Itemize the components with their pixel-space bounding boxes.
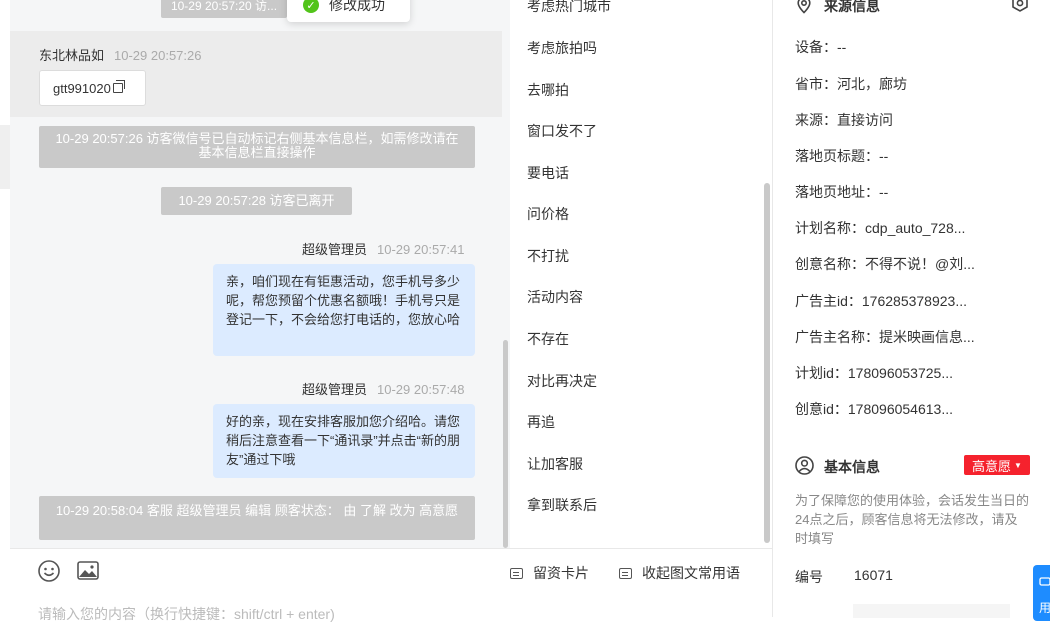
quick-reply-item[interactable]: 问价格 xyxy=(527,204,569,224)
floating-action-button[interactable]: 用 xyxy=(1033,565,1050,621)
wechat-card[interactable]: gtt991020 xyxy=(39,70,146,106)
quick-reply-item[interactable]: 窗口发不了 xyxy=(527,121,597,141)
chat-icon xyxy=(1039,577,1050,586)
agent-name: 超级管理员 xyxy=(302,242,368,257)
quick-reply-item[interactable]: 让加客服 xyxy=(527,454,583,474)
agent-time: 10-29 20:57:41 xyxy=(377,242,465,257)
lead-card-label: 留资卡片 xyxy=(533,565,589,581)
advertiser-id: 广告主id：176285378923... xyxy=(795,293,967,309)
settings-icon[interactable] xyxy=(1010,0,1030,12)
toast-text: 修改成功 xyxy=(329,0,385,13)
quick-reply-item[interactable]: 不存在 xyxy=(527,329,569,349)
image-icon[interactable] xyxy=(76,559,100,583)
quick-reply-item[interactable]: 不打扰 xyxy=(527,246,569,266)
input-area: 留资卡片 收起图文常用语 请输入您的内容（换行快捷键：shift/ctrl + … xyxy=(10,548,772,622)
quick-reply-item[interactable]: 拿到联系后 xyxy=(527,495,597,515)
quick-reply-item[interactable]: 去哪拍 xyxy=(527,80,569,100)
caret-down-icon: ▼ xyxy=(1014,460,1022,470)
advertiser-name: 广告主名称：提米映画信息... xyxy=(795,329,975,345)
system-message-wechat: 10-29 20:57:26 访客微信号已自动标记右侧基本信息栏，如需修改请在基… xyxy=(39,126,475,168)
plan-name: 计划名称：cdp_auto_728... xyxy=(795,220,966,236)
customer-id-label: 编号 xyxy=(795,569,823,585)
intent-badge-label: 高意愿 xyxy=(972,458,1012,474)
left-gutter-marker xyxy=(0,125,10,189)
landing-page-url: 落地页地址：-- xyxy=(795,184,889,200)
phrases-icon xyxy=(619,567,632,579)
quick-reply-item[interactable]: 对比再决定 xyxy=(527,371,597,391)
source-region: 省市：河北，廊坊 xyxy=(795,76,907,92)
agent-sender-2: 超级管理员 10-29 20:57:48 xyxy=(302,379,464,398)
source-channel: 来源：直接访问 xyxy=(795,112,893,128)
agent-message-1: 亲，咱们现在有钜惠活动，您手机号多少呢，帮您预留个优惠名额哦！手机号只是登记一下… xyxy=(213,264,475,356)
plan-id: 计划id：178096053725... xyxy=(795,365,953,381)
quick-replies-panel: 考虑热门城市 考虑旅拍吗 去哪拍 窗口发不了 要电话 问价格 不打扰 活动内容 … xyxy=(510,0,772,548)
collapse-phrases-label: 收起图文常用语 xyxy=(642,565,740,581)
success-toast: ✓ 修改成功 xyxy=(287,0,410,22)
quick-reply-item[interactable]: 考虑旅拍吗 xyxy=(527,38,597,58)
chat-scrollbar[interactable] xyxy=(503,340,508,548)
customer-id-value: 16071 xyxy=(854,567,893,583)
floating-button-label: 用 xyxy=(1039,601,1050,615)
visitor-name: 东北林品如 xyxy=(39,48,105,63)
agent-name: 超级管理员 xyxy=(302,382,368,397)
visitor-sender: 东北林品如 10-29 20:57:26 xyxy=(39,45,201,64)
basic-info-note: 为了保障您的使用体验，会话发生当日的24点之后，顾客信息将无法修改，请及时填写 xyxy=(795,493,1030,546)
source-info-title: 来源信息 xyxy=(824,0,880,14)
copy-icon[interactable] xyxy=(112,80,125,93)
creative-id: 创意id：178096054613... xyxy=(795,401,953,417)
agent-sender-1: 超级管理员 10-29 20:57:41 xyxy=(302,239,464,258)
source-device: 设备：-- xyxy=(795,39,847,55)
landing-page-title: 落地页标题：-- xyxy=(795,148,889,164)
quick-replies-scrollbar[interactable] xyxy=(764,183,770,543)
visitor-time: 10-29 20:57:26 xyxy=(114,48,202,63)
card-icon xyxy=(510,567,523,579)
quick-reply-item[interactable]: 活动内容 xyxy=(527,287,583,307)
creative-name: 创意名称：不得不说！@刘... xyxy=(795,256,975,272)
intent-badge[interactable]: 高意愿 ▼ xyxy=(964,455,1030,475)
wechat-id: gtt991020 xyxy=(53,80,111,96)
agent-time: 10-29 20:57:48 xyxy=(377,382,465,397)
collapse-phrases-button[interactable]: 收起图文常用语 xyxy=(619,563,740,583)
lead-card-button[interactable]: 留资卡片 xyxy=(510,563,589,583)
system-message-status: 10-29 20:58:04 客服 超级管理员 编辑 顾客状态： 由 了解 改为… xyxy=(39,496,475,540)
check-circle-icon: ✓ xyxy=(303,0,319,13)
system-message-partial: 10-29 20:57:20 访... xyxy=(161,0,287,18)
quick-reply-item[interactable]: 要电话 xyxy=(527,163,569,183)
left-gutter xyxy=(0,0,10,617)
location-icon xyxy=(797,0,811,14)
message-input[interactable]: 请输入您的内容（换行快捷键：shift/ctrl + enter) xyxy=(38,604,335,624)
quick-reply-item[interactable]: 再追 xyxy=(527,412,555,432)
user-circle-icon xyxy=(795,456,814,475)
emoji-icon[interactable] xyxy=(37,559,61,583)
next-field-input[interactable] xyxy=(853,604,1010,618)
quick-reply-item[interactable]: 考虑热门城市 xyxy=(527,0,611,16)
agent-message-2: 好的亲，现在安排客服加您介绍哈。请您稍后注意查看一下“通讯录”并点击“新的朋友”… xyxy=(213,404,475,478)
basic-info-title: 基本信息 xyxy=(824,459,880,475)
system-message-left: 10-29 20:57:28 访客已离开 xyxy=(161,187,352,215)
